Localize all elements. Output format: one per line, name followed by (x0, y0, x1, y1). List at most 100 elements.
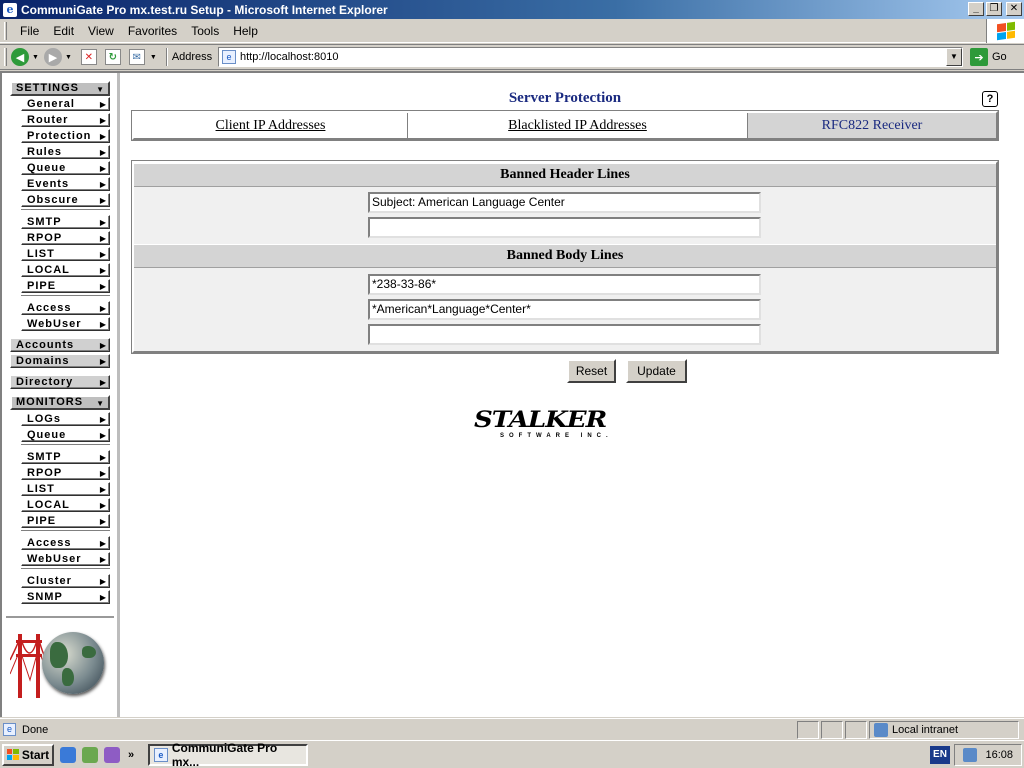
minimize-button[interactable]: _ (968, 2, 984, 16)
address-dropdown-icon[interactable]: ▼ (946, 48, 962, 66)
mail-dropdown-icon[interactable]: ▼ (150, 54, 157, 61)
address-url[interactable]: http://localhost:8010 (240, 51, 338, 63)
nav-mon-access[interactable]: Access ▶ (21, 536, 110, 550)
nav-domains[interactable]: Domains ▶ (10, 354, 110, 368)
nav-mon-cluster[interactable]: Cluster ▶ (21, 574, 110, 588)
close-button[interactable]: ✕ (1006, 2, 1022, 16)
browser-content: SETTINGS ▼ General ▶ Router ▶ Protection ▶ R… (0, 71, 1024, 717)
nav-mon-smtp[interactable]: SMTP ▶ (21, 450, 110, 464)
tab-blacklisted-ip[interactable]: Blacklisted IP Addresses (408, 113, 748, 138)
mail-icon[interactable]: ✉ (128, 49, 145, 65)
reset-button[interactable]: Reset (567, 359, 616, 383)
update-button[interactable]: Update (626, 359, 687, 383)
nav-directory[interactable]: Directory ▶ (10, 375, 110, 389)
menu-view[interactable]: View (81, 24, 121, 38)
nav-webuser[interactable]: WebUser ▶ (21, 317, 110, 331)
chevron-right-icon: ▶ (99, 304, 107, 313)
nav-mon-logs[interactable]: LOGs ▶ (21, 412, 110, 426)
menu-edit[interactable]: Edit (46, 24, 81, 38)
chevron-right-icon: ▶ (99, 577, 107, 586)
maximize-button[interactable]: ❐ (986, 2, 1002, 16)
banned-header-line-input[interactable]: Subject: American Language Center (368, 192, 761, 213)
menu-file[interactable]: File (13, 24, 46, 38)
nav-mon-local[interactable]: LOCAL ▶ (21, 498, 110, 512)
refresh-icon[interactable]: ↻ (104, 49, 121, 65)
toolbar-grip (4, 21, 7, 40)
chevron-down-icon: ▼ (96, 85, 105, 94)
window-title-bar[interactable]: e CommuniGate Pro mx.test.ru Setup - Mic… (0, 0, 1024, 19)
left-nav-frame: SETTINGS ▼ General ▶ Router ▶ Protection ▶ R… (2, 73, 120, 717)
status-text: Done (22, 723, 49, 736)
status-pane (821, 720, 843, 739)
nav-mon-webuser[interactable]: WebUser ▶ (21, 552, 110, 566)
chevron-down-icon: ▼ (96, 399, 105, 408)
page-title: Server Protection (508, 90, 622, 106)
tab-client-ip[interactable]: Client IP Addresses (134, 113, 408, 138)
messenger-quicklaunch-icon[interactable] (104, 746, 120, 763)
banned-body-line-input[interactable]: *238-33-86* (368, 274, 761, 295)
nav-pipe[interactable]: PIPE ▶ (21, 279, 110, 293)
nav-settings-header[interactable]: SETTINGS ▼ (10, 81, 110, 96)
chevron-right-icon: ▶ (99, 593, 107, 602)
menu-tools[interactable]: Tools (184, 24, 226, 38)
nav-mon-pipe[interactable]: PIPE ▶ (21, 514, 110, 528)
nav-rules[interactable]: Rules ▶ (21, 145, 110, 159)
chevron-right-icon: ▶ (99, 517, 107, 526)
nav-general[interactable]: General ▶ (21, 97, 110, 111)
toolbar-separator (165, 48, 168, 66)
chevron-right-icon: ▶ (99, 485, 107, 494)
banned-body-line-input[interactable]: *American*Language*Center* (368, 299, 761, 320)
nav-rpop[interactable]: RPOP ▶ (21, 231, 110, 245)
menu-favorites[interactable]: Favorites (121, 24, 184, 38)
nav-access[interactable]: Access ▶ (21, 301, 110, 315)
nav-router[interactable]: Router ▶ (21, 113, 110, 127)
menu-bar: File Edit View Favorites Tools Help (0, 19, 1024, 43)
ie-icon: e (154, 748, 168, 762)
menu-help[interactable]: Help (226, 24, 265, 38)
nav-list[interactable]: LIST ▶ (21, 247, 110, 261)
address-input[interactable]: e http://localhost:8010 ▼ (218, 47, 963, 67)
stop-icon[interactable]: ✕ (80, 49, 97, 65)
go-button[interactable]: ➔ Go (970, 48, 1007, 66)
nav-mon-rpop[interactable]: RPOP ▶ (21, 466, 110, 480)
nav-events[interactable]: Events ▶ (21, 177, 110, 191)
start-button[interactable]: Start (2, 743, 54, 766)
language-indicator[interactable]: EN (930, 746, 950, 764)
nav-mon-snmp[interactable]: SNMP ▶ (21, 590, 110, 604)
nav-protection[interactable]: Protection ▶ (21, 129, 110, 143)
address-label: Address (171, 51, 213, 63)
chevron-right-icon[interactable]: » (128, 749, 134, 761)
nav-mon-queue[interactable]: Queue ▶ (21, 428, 110, 442)
banned-header-line-input[interactable] (368, 217, 761, 238)
chevron-right-icon: ▶ (99, 164, 107, 173)
nav-smtp[interactable]: SMTP ▶ (21, 215, 110, 229)
back-icon[interactable]: ◀ (11, 48, 29, 66)
chevron-right-icon: ▶ (99, 501, 107, 510)
nav-monitors-header[interactable]: MONITORS ▼ (10, 395, 110, 410)
nav-queue[interactable]: Queue ▶ (21, 161, 110, 175)
forward-dropdown-icon[interactable]: ▼ (65, 54, 72, 61)
stalker-logo: STALKER SOFTWARE INC. (474, 405, 658, 445)
intranet-icon (874, 722, 888, 737)
chevron-right-icon: ▶ (99, 453, 107, 462)
back-dropdown-icon[interactable]: ▼ (32, 54, 39, 61)
chevron-right-icon: ▶ (99, 431, 107, 440)
banned-body-line-input[interactable] (368, 324, 761, 345)
tab-rfc822-receiver[interactable]: RFC822 Receiver (748, 113, 996, 138)
address-toolbar: ◀ ▼ ▶ ▼ ✕ ↻ ✉ ▼ Address e http://localho… (0, 44, 1024, 70)
chevron-right-icon: ▶ (99, 100, 107, 109)
forward-icon[interactable]: ▶ (43, 48, 62, 66)
media-quicklaunch-icon[interactable] (82, 746, 98, 763)
stalker-logo-word: STALKER (474, 407, 607, 433)
chevron-right-icon: ▶ (99, 320, 107, 329)
ie-quicklaunch-icon[interactable] (60, 746, 76, 763)
network-icon[interactable] (963, 748, 978, 762)
nav-local[interactable]: LOCAL ▶ (21, 263, 110, 277)
chevron-right-icon: ▶ (99, 180, 107, 189)
nav-obscure[interactable]: Obscure ▶ (21, 193, 110, 207)
chevron-right-icon: ▶ (99, 282, 107, 291)
help-icon[interactable]: ? (982, 91, 998, 107)
nav-mon-list[interactable]: LIST ▶ (21, 482, 110, 496)
taskbar-window-button[interactable]: e CommuniGate Pro mx... (148, 741, 308, 768)
nav-accounts[interactable]: Accounts ▶ (10, 338, 110, 352)
